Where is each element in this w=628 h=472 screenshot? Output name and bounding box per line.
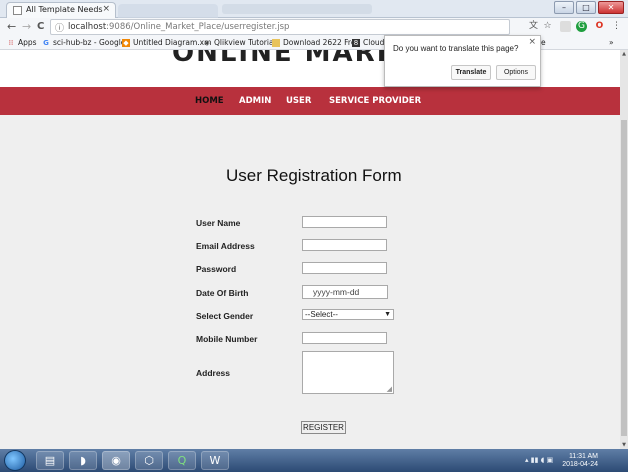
clock[interactable]: 11:31 AM 2018-04-24 <box>562 453 598 469</box>
back-button[interactable]: ← <box>7 20 16 34</box>
resize-grip-icon[interactable]: ◢ <box>387 386 392 393</box>
bookmark-partial[interactable]: e <box>541 38 546 47</box>
translate-question: Do you want to translate this page? <box>393 44 519 53</box>
url-text: localhost:9086/Online_Market_Place/userr… <box>68 22 289 32</box>
email-input[interactable] <box>302 239 387 251</box>
qlikview-icon[interactable]: Q <box>168 451 196 470</box>
taskbar: ▤ ◗ ◉ ⬡ Q W ▴ ▮▮ ◖ ▣ 11:31 AM 2018-04-24 <box>0 449 628 472</box>
reload-button[interactable]: C <box>37 20 44 34</box>
password-input[interactable] <box>302 262 387 274</box>
bookmark-sci-hub[interactable]: Gsci-hub-bz - Google <box>42 38 125 47</box>
address-bar[interactable]: ⓘ localhost:9086/Online_Market_Place/use… <box>50 19 510 35</box>
extension-icon[interactable] <box>560 21 571 32</box>
nav-home[interactable]: HOME <box>195 96 224 106</box>
tab-blurred[interactable] <box>118 4 218 18</box>
opera-icon[interactable]: O <box>594 21 605 32</box>
forward-button[interactable]: → <box>22 20 31 34</box>
translate-button[interactable]: Translate <box>451 65 491 80</box>
file-explorer-icon[interactable]: ▤ <box>36 451 64 470</box>
bookmarks-overflow-icon[interactable]: » <box>609 38 614 47</box>
address-textarea[interactable]: ◢ <box>302 351 394 394</box>
apps-icon: ⁞⁞ <box>8 38 14 47</box>
dropdown-arrow-icon: ▼ <box>384 311 391 318</box>
menu-icon[interactable]: ⋮ <box>611 21 622 32</box>
nav-user[interactable]: USER <box>286 96 311 106</box>
translate-icon[interactable]: 文 <box>528 21 539 32</box>
nav-admin[interactable]: ADMIN <box>239 96 271 106</box>
page-favicon-icon <box>13 6 22 15</box>
chrome-icon[interactable]: ◉ <box>102 451 130 470</box>
bookmark-star-icon[interactable]: ☆ <box>542 21 553 32</box>
register-button[interactable]: REGISTER <box>301 421 346 434</box>
url-host: localhost <box>68 22 107 32</box>
cloud-icon: 8 <box>352 38 360 47</box>
url-path: :9086/Online_Market_Place/userregister.j… <box>106 22 290 32</box>
username-input[interactable] <box>302 216 387 228</box>
google-icon: G <box>43 38 49 47</box>
bookmark-download[interactable]: Download 2622 Free <box>272 38 360 47</box>
gender-label: Select Gender <box>196 311 254 321</box>
nav-service-provider[interactable]: SERVICE PROVIDER <box>329 96 421 106</box>
tab-close-icon[interactable]: × <box>102 4 110 14</box>
web-page: ONLINE MARKET P HOME ADMIN USER SERVICE … <box>0 50 620 449</box>
username-label: User Name <box>196 218 241 228</box>
bookmark-cloud[interactable]: 8 Cloud <box>352 38 384 47</box>
bookmark-label: Apps <box>18 38 37 47</box>
window-controls: – □ ✕ <box>554 1 624 14</box>
diagram-icon: ◆ <box>122 38 130 47</box>
scroll-up-icon[interactable]: ▲ <box>620 50 628 58</box>
scroll-down-icon[interactable]: ▼ <box>620 441 628 449</box>
bookmark-qlikview[interactable]: ◈ Qlikview Tutorial <box>203 38 276 47</box>
word-icon[interactable]: W <box>201 451 229 470</box>
minimize-button[interactable]: – <box>554 1 574 14</box>
start-button[interactable] <box>4 450 26 471</box>
options-button[interactable]: Options <box>496 65 536 80</box>
mobile-input[interactable] <box>302 332 387 344</box>
bookmark-label: Cloud <box>363 38 385 47</box>
bookmark-label: Untitled Diagram.xm <box>133 38 212 47</box>
site-navbar: HOME ADMIN USER SERVICE PROVIDER <box>0 87 620 115</box>
clock-date: 2018-04-24 <box>562 461 598 468</box>
bookmark-apps[interactable]: ⁞⁞ Apps <box>7 38 37 47</box>
tab-title: All Template Needs <box>26 5 103 14</box>
form-title: User Registration Form <box>226 166 402 185</box>
scroll-thumb[interactable] <box>621 120 627 436</box>
translate-popup: Do you want to translate this page? × Tr… <box>384 35 541 87</box>
gender-select[interactable]: --Select-- ▼ <box>302 309 394 320</box>
folder-icon <box>272 38 280 47</box>
bookmark-untitled-diagram[interactable]: ◆ Untitled Diagram.xm <box>122 38 211 47</box>
grammarly-icon[interactable]: G <box>576 21 587 32</box>
bookmark-label: sci-hub-bz - Google <box>53 38 126 47</box>
system-tray-icons[interactable]: ▴ ▮▮ ◖ ▣ <box>525 456 553 464</box>
bookmark-label: Download 2622 Free <box>283 38 361 47</box>
mobile-label: Mobile Number <box>196 334 258 344</box>
dob-input[interactable]: yyyy-mm-dd <box>302 285 388 299</box>
tab-all-template-needs[interactable]: All Template Needs × <box>6 2 116 18</box>
password-label: Password <box>196 264 237 274</box>
info-icon[interactable]: ⓘ <box>55 21 64 34</box>
bookmark-label: Qlikview Tutorial <box>214 38 276 47</box>
media-player-icon[interactable]: ◗ <box>69 451 97 470</box>
email-label: Email Address <box>196 241 255 251</box>
clock-time: 11:31 AM <box>568 453 598 460</box>
close-window-button[interactable]: ✕ <box>598 1 624 14</box>
virtualbox-icon[interactable]: ⬡ <box>135 451 163 470</box>
gender-selected-value: --Select-- <box>305 310 338 319</box>
page-scrollbar[interactable]: ▲ ▼ <box>620 50 628 449</box>
maximize-button[interactable]: □ <box>576 1 596 14</box>
window-title-blurred <box>222 4 372 14</box>
tab-strip: All Template Needs × – □ ✕ <box>0 0 628 18</box>
dob-label: Date Of Birth <box>196 288 249 298</box>
popup-close-icon[interactable]: × <box>528 37 536 47</box>
qlik-icon: ◈ <box>204 38 210 47</box>
address-label: Address <box>196 368 231 378</box>
